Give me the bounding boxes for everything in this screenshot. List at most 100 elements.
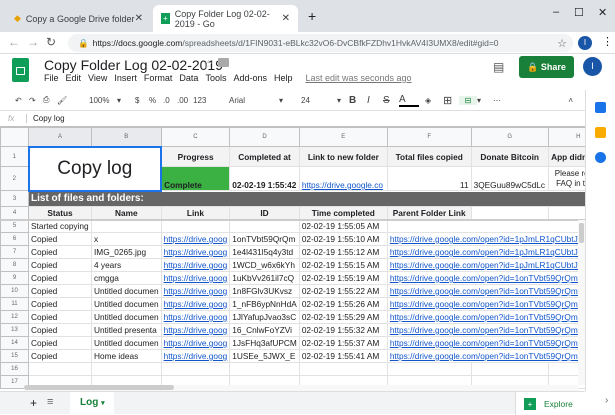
header-cell[interactable]: Link <box>160 206 231 220</box>
more-button[interactable]: ⋯ <box>493 96 523 105</box>
menu-insert[interactable]: Insert <box>114 73 137 83</box>
status-cell[interactable]: Copied <box>28 297 92 311</box>
parent-cell[interactable]: https://drive.google.com/open?id=1onTVbt… <box>386 297 609 311</box>
spreadsheet-grid[interactable]: A B C D E F G H 1 Copy log Progress Comp… <box>0 127 609 389</box>
col-header-b[interactable]: B <box>91 127 162 147</box>
menu-icon[interactable]: ⋮ <box>602 35 613 48</box>
parent-cell[interactable]: https://drive.google.com/open?id=1pJmLR1… <box>386 232 609 246</box>
time-cell[interactable]: 02-02-19 1:55:10 AM <box>298 232 388 246</box>
paint-format-icon[interactable]: 🖌 <box>57 96 77 105</box>
parent-cell[interactable]: https://drive.google.com/open?id=1onTVbt… <box>386 284 609 298</box>
parent-cell[interactable]: https://drive.google.com/open?id=1pJmLR1… <box>386 245 609 259</box>
row-header[interactable]: 3 <box>0 190 29 207</box>
id-cell[interactable] <box>229 219 300 233</box>
add-sheet-button[interactable]: + <box>30 396 37 410</box>
progress-cell[interactable]: Complete <box>160 166 231 191</box>
cell[interactable] <box>386 362 472 376</box>
id-cell[interactable]: 16_CnlwFoYZVi <box>229 323 300 337</box>
time-cell[interactable]: 02-02-19 1:55:19 AM <box>298 271 388 285</box>
cell[interactable] <box>298 362 388 376</box>
menu-view[interactable]: View <box>88 73 107 83</box>
header-cell[interactable]: Name <box>91 206 162 220</box>
id-cell[interactable]: 1uKbVv261il7cQ <box>229 271 300 285</box>
header-cell[interactable]: Parent Folder Link <box>386 206 472 220</box>
header-cell[interactable]: ID <box>229 206 300 220</box>
zoom-select[interactable]: 100% <box>77 96 117 105</box>
status-cell[interactable]: Copied <box>28 271 92 285</box>
cell[interactable] <box>91 362 162 376</box>
row-header[interactable]: 4 <box>0 206 29 220</box>
header-cell[interactable]: Status <box>28 206 92 220</box>
header-cell[interactable]: Completed at <box>229 146 300 167</box>
all-sheets-button[interactable]: ≡ <box>47 396 53 408</box>
time-cell[interactable]: 02-02-19 1:55:22 AM <box>298 284 388 298</box>
row-header[interactable]: 7 <box>0 245 29 259</box>
reload-icon[interactable]: ↻ <box>46 35 56 49</box>
close-tab-icon[interactable]: ✕ <box>135 13 143 24</box>
name-cell[interactable]: Untitled documen <box>91 310 162 324</box>
font-select[interactable]: Arial <box>219 96 279 105</box>
link-cell[interactable]: https://drive.goog <box>160 310 231 324</box>
parent-cell[interactable]: https://drive.google.com/open?id=1onTVbt… <box>386 310 609 324</box>
close-window-button[interactable]: ✕ <box>598 6 607 19</box>
col-header-e[interactable]: E <box>298 127 388 147</box>
url-input[interactable]: 🔒 https://docs.google.com/spreadsheets/d/… <box>68 34 573 52</box>
currency-button[interactable]: $ <box>135 96 149 105</box>
name-cell[interactable]: Untitled documen <box>91 284 162 298</box>
bold-button[interactable]: B <box>349 95 367 106</box>
header-cell[interactable]: Time completed <box>298 206 388 220</box>
time-cell[interactable]: 02-02-19 1:55:41 AM <box>298 349 388 363</box>
redo-icon[interactable]: ↷ <box>29 96 43 105</box>
status-cell[interactable]: Copied <box>28 258 92 272</box>
keep-icon[interactable] <box>595 127 606 138</box>
close-tab-icon[interactable]: ✕ <box>282 13 290 24</box>
status-cell[interactable]: Started copying <box>28 219 92 233</box>
time-cell[interactable]: 02-02-19 1:55:12 AM <box>298 245 388 259</box>
tasks-icon[interactable] <box>595 152 606 163</box>
col-header-c[interactable]: C <box>160 127 231 147</box>
print-icon[interactable]: ⎙ <box>43 95 57 105</box>
percent-button[interactable]: % <box>149 96 163 105</box>
id-cell[interactable]: 1n8FGlv3UKvsz <box>229 284 300 298</box>
time-cell[interactable]: 02-02-19 1:55:15 AM <box>298 258 388 272</box>
parent-cell[interactable]: https://drive.google.com/open?id=1onTVbt… <box>386 271 609 285</box>
id-cell[interactable]: 1JsFHq3afUPCM <box>229 336 300 350</box>
col-header-a[interactable]: A <box>28 127 92 147</box>
select-all[interactable] <box>0 127 29 147</box>
folder-icon[interactable] <box>218 58 229 67</box>
name-cell[interactable]: Untitled documen <box>91 336 162 350</box>
link-cell[interactable]: https://drive.goog <box>160 245 231 259</box>
borders-icon[interactable]: ⊞ <box>443 94 459 107</box>
col-header-g[interactable]: G <box>470 127 549 147</box>
name-cell[interactable]: IMG_0265.jpg <box>91 245 162 259</box>
status-cell[interactable]: Copied <box>28 310 92 324</box>
forward-icon[interactable]: → <box>27 35 39 49</box>
menu-data[interactable]: Data <box>179 73 198 83</box>
share-button[interactable]: 🔒 Share <box>519 56 574 78</box>
name-cell[interactable]: Untitled presenta <box>91 323 162 337</box>
row-header[interactable]: 14 <box>0 336 29 350</box>
parent-cell[interactable] <box>386 219 609 233</box>
time-cell[interactable]: 02-02-19 1:55:26 AM <box>298 297 388 311</box>
status-cell[interactable]: Copied <box>28 323 92 337</box>
id-cell[interactable]: 1USEe_5JWX_E <box>229 349 300 363</box>
name-cell[interactable]: x <box>91 232 162 246</box>
id-cell[interactable]: 1JlYafupJvao3sC <box>229 310 300 324</box>
italic-button[interactable]: I <box>367 95 383 106</box>
parent-cell[interactable]: https://drive.google.com/open?id=1onTVbt… <box>386 323 609 337</box>
menu-help[interactable]: Help <box>274 73 293 83</box>
row-header[interactable]: 8 <box>0 258 29 272</box>
status-cell[interactable]: Copied <box>28 349 92 363</box>
star-icon[interactable]: ☆ <box>557 37 567 50</box>
link-cell[interactable]: https://drive.goog <box>160 232 231 246</box>
browser-tab[interactable]: ◆ Copy a Google Drive folder ✕ <box>6 5 151 32</box>
row-header[interactable]: 11 <box>0 297 29 311</box>
sheet-tab-log[interactable]: Log ▾ <box>70 392 114 415</box>
explore-button[interactable]: + Explore <box>515 392 585 415</box>
link-cell[interactable] <box>160 219 231 233</box>
doc-title[interactable]: Copy Folder Log 02-02-2019 <box>44 57 223 73</box>
status-cell[interactable]: Copied <box>28 232 92 246</box>
menu-format[interactable]: Format <box>144 73 173 83</box>
row-header[interactable]: 6 <box>0 232 29 246</box>
cell[interactable] <box>229 362 300 376</box>
